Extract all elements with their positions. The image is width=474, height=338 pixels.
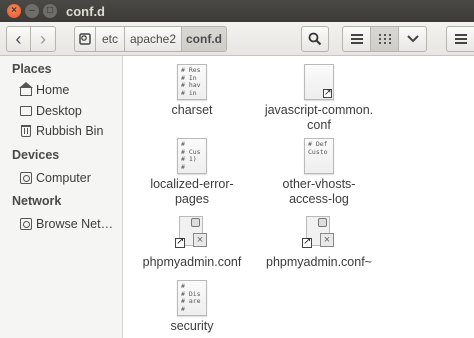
file-item-phpmyadmin-conf-backup[interactable]: × phpmyadmin.conf~: [264, 216, 374, 270]
maximize-window-button[interactable]: □: [43, 4, 57, 18]
sidebar-item-desktop[interactable]: Desktop: [0, 101, 122, 121]
file-item-security[interactable]: # # Dis # are # security: [137, 280, 247, 334]
window-title: conf.d: [66, 4, 105, 19]
symlink-arrow-icon: [323, 87, 332, 98]
grid-view-icon: [378, 34, 391, 44]
file-grid: # Res # In # hav # in charset javascript…: [124, 56, 474, 338]
sidebar-item-label: Desktop: [36, 104, 82, 118]
file-item-javascript-common[interactable]: javascript-common. conf: [264, 64, 374, 133]
title-bar: × – □ conf.d: [0, 0, 474, 22]
file-item-other-vhosts-access-log[interactable]: # Def Custo other-vhosts- access-log: [264, 138, 374, 207]
sidebar-item-browse-network[interactable]: Browse Net…: [0, 214, 122, 234]
list-view-icon: [350, 34, 363, 44]
sidebar-item-label: Computer: [36, 171, 91, 185]
chevron-down-icon: [406, 35, 419, 43]
search-button[interactable]: [301, 26, 329, 52]
computer-icon: [79, 33, 91, 45]
close-icon: ×: [193, 233, 207, 247]
file-item-charset[interactable]: # Res # In # hav # in charset: [137, 64, 247, 118]
text-file-icon: # # Cus # 1) #: [177, 138, 207, 174]
file-name: javascript-common. conf: [264, 103, 374, 132]
file-name: phpmyadmin.conf~: [266, 255, 372, 269]
desktop-icon: [20, 106, 32, 116]
file-preview-text: # # Cus # 1) #: [181, 140, 201, 171]
minimize-window-button[interactable]: –: [25, 4, 39, 18]
sidebar-item-label: Home: [36, 83, 70, 97]
chevron-right-icon: ›: [40, 29, 46, 49]
text-file-icon: # # Dis # are #: [177, 280, 207, 316]
file-preview-text: # # Dis # are #: [181, 282, 201, 313]
breadcrumb-etc[interactable]: etc: [95, 26, 125, 52]
sidebar-item-label: Rubbish Bin: [36, 124, 104, 138]
sidebar-item-rubbish-bin[interactable]: Rubbish Bin: [0, 121, 122, 141]
sidebar-item-computer[interactable]: Computer: [0, 168, 122, 188]
sidebar-item-home[interactable]: Home: [0, 80, 122, 100]
broken-symlink-icon: ×: [302, 216, 336, 252]
file-name: phpmyadmin.conf: [142, 255, 242, 269]
file-item-phpmyadmin-conf[interactable]: × phpmyadmin.conf: [137, 216, 247, 270]
sidebar: Places Home Desktop Rubbish Bin Devices …: [0, 56, 123, 338]
file-name: security: [170, 319, 214, 333]
symlink-arrow-icon: [302, 236, 312, 248]
sidebar-heading-places: Places: [12, 62, 52, 76]
network-icon: [20, 218, 32, 230]
search-icon: [308, 32, 322, 46]
forward-button[interactable]: ›: [30, 26, 56, 52]
file-name: charset: [171, 103, 213, 117]
back-button[interactable]: ‹: [6, 26, 31, 52]
file-manager-window: × – □ conf.d ‹ › etc apache2 conf.d Plac…: [0, 0, 474, 338]
sidebar-heading-network: Network: [12, 194, 62, 208]
file-name: other-vhosts- access-log: [282, 177, 356, 206]
chevron-left-icon: ‹: [15, 29, 22, 49]
lock-icon: [318, 218, 327, 227]
close-icon: ×: [320, 233, 334, 247]
broken-symlink-icon: ×: [175, 216, 209, 252]
symlink-arrow-icon: [175, 236, 185, 248]
text-file-icon: # Def Custo: [304, 138, 334, 174]
trash-icon: [21, 125, 31, 137]
file-item-localized-error-pages[interactable]: # # Cus # 1) # localized-error- pages: [137, 138, 247, 207]
grid-view-button[interactable]: [370, 26, 399, 52]
app-menu-button[interactable]: [446, 26, 474, 52]
breadcrumb-root-button[interactable]: [74, 26, 96, 52]
sidebar-heading-devices: Devices: [12, 148, 60, 162]
file-preview-text: # Res # In # hav # in: [181, 66, 201, 97]
file-preview-text: # Def Custo: [308, 140, 328, 156]
breadcrumb-confd[interactable]: conf.d: [181, 26, 227, 52]
breadcrumb-apache2[interactable]: apache2: [124, 26, 182, 52]
list-view-button[interactable]: [342, 26, 371, 52]
close-window-button[interactable]: ×: [7, 4, 21, 18]
lock-icon: [191, 218, 200, 227]
view-options-dropdown[interactable]: [398, 26, 427, 52]
file-name: localized-error- pages: [150, 177, 234, 206]
toolbar: ‹ › etc apache2 conf.d: [0, 22, 474, 56]
hamburger-menu-icon: [454, 34, 467, 44]
computer-icon: [20, 172, 32, 184]
sidebar-item-label: Browse Net…: [36, 217, 114, 231]
text-file-icon: # Res # In # hav # in: [177, 64, 207, 100]
symlink-file-icon: [304, 64, 334, 100]
home-icon: [19, 82, 33, 96]
